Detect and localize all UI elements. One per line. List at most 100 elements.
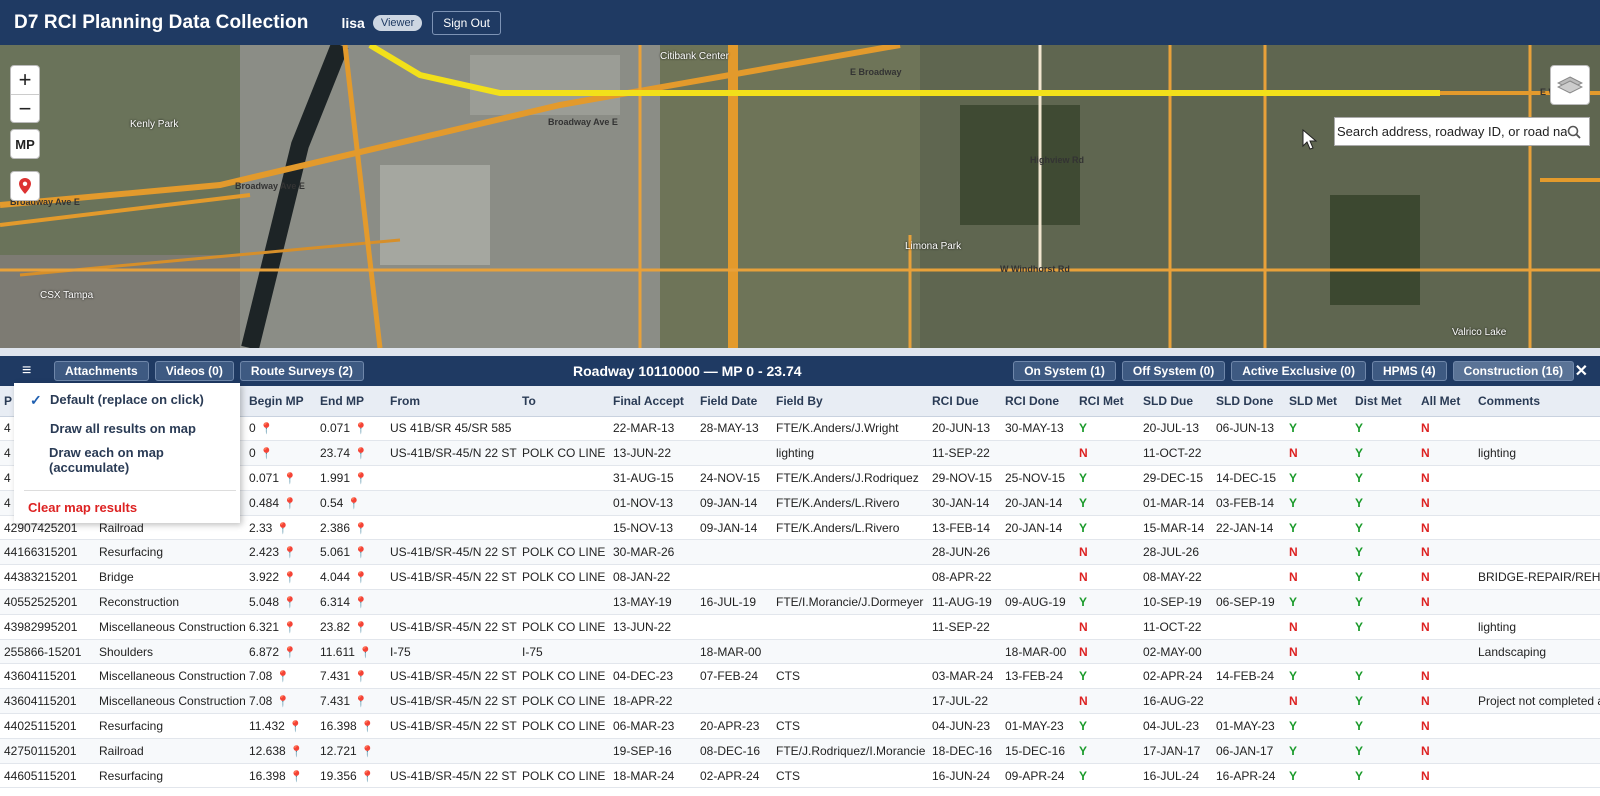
column-header[interactable]: Field Date	[696, 386, 772, 417]
cell-value: Y	[1289, 594, 1298, 609]
table-cell: 5.048 📍	[245, 589, 316, 615]
map-pin-icon[interactable]: 📍	[354, 473, 368, 485]
column-header[interactable]: All Met	[1417, 386, 1474, 417]
map-search-input[interactable]	[1337, 124, 1567, 139]
attachments-button[interactable]: Attachments	[54, 361, 149, 381]
map-pin-icon[interactable]: 📍	[354, 448, 368, 460]
column-header[interactable]: End MP	[316, 386, 386, 417]
map-pin-icon[interactable]: 📍	[361, 721, 375, 733]
milepost-button[interactable]: MP	[10, 129, 40, 159]
column-header[interactable]: Begin MP	[245, 386, 316, 417]
column-header[interactable]: RCI Met	[1075, 386, 1139, 417]
layers-button[interactable]	[1550, 65, 1590, 105]
panel-resize-handle[interactable]	[0, 348, 1600, 356]
videos-button[interactable]: Videos (0)	[154, 361, 234, 381]
map-pin-icon[interactable]: 📍	[354, 572, 368, 584]
table-row[interactable]: 42750115201 Railroad 12.638 📍 12.721 📍 19-SEP-…	[0, 738, 1600, 764]
cell-value: 20-JAN-14	[1005, 520, 1063, 535]
map-pin-icon[interactable]: 📍	[361, 746, 375, 758]
cell-value: 14-DEC-15	[1216, 470, 1277, 485]
road-label-broadway-ave: Broadway Ave E	[235, 181, 305, 191]
cell-value: 14-FEB-24	[1216, 669, 1275, 684]
map-pin-icon[interactable]: 📍	[283, 473, 297, 485]
table-row[interactable]: 43604115201 Miscellaneous Construction 7.0…	[0, 688, 1600, 715]
filter-on-system[interactable]: On System (1)	[1013, 361, 1116, 381]
map-pin-icon[interactable]: 📍	[354, 696, 368, 708]
zoom-in-button[interactable]: +	[11, 66, 39, 94]
map-pin-icon[interactable]: 📍	[354, 597, 368, 609]
map-pin-icon[interactable]: 📍	[290, 771, 304, 783]
table-row[interactable]: 4 0 📍 23.74 📍 US-41B/SR-45/N 22 ST POLK CO LIN…	[0, 440, 1600, 467]
column-header[interactable]: To	[518, 386, 609, 417]
map-pin-icon[interactable]: 📍	[354, 423, 368, 435]
map-pin-icon[interactable]: 📍	[290, 746, 304, 758]
map-pin-icon[interactable]: 📍	[283, 572, 297, 584]
menu-item-draw-all[interactable]: Draw all results on map	[50, 421, 196, 436]
map-pin-icon[interactable]: 📍	[283, 498, 297, 510]
zoom-out-button[interactable]: −	[11, 94, 39, 122]
locate-pin-button[interactable]	[10, 171, 40, 201]
table-row[interactable]: 4 0 📍 0.071 📍 US 41B/SR 45/SR 585 22-MAR-13 28-…	[0, 416, 1600, 442]
map-pin-icon[interactable]: 📍	[260, 448, 274, 460]
table-row[interactable]: 44605115201 Resurfacing 16.398 📍 19.356 📍 US-4…	[0, 763, 1600, 789]
map-pin-icon[interactable]: 📍	[359, 647, 373, 659]
column-header[interactable]: SLD Due	[1139, 386, 1212, 417]
hamburger-menu-icon[interactable]: ≡	[22, 362, 38, 380]
search-icon[interactable]	[1567, 125, 1581, 139]
column-header[interactable]: From	[386, 386, 518, 417]
map-pin-icon[interactable]: 📍	[276, 523, 290, 535]
map-pin-icon[interactable]: 📍	[283, 547, 297, 559]
clear-map-results-button[interactable]: Clear map results	[28, 500, 137, 515]
map-pin-icon[interactable]: 📍	[283, 647, 297, 659]
cell-value: 03-MAR-24	[932, 669, 994, 684]
menu-item-default[interactable]: Default (replace on click)	[50, 392, 204, 407]
filter-active-exclusive[interactable]: Active Exclusive (0)	[1231, 361, 1366, 381]
cell-value: 18-DEC-16	[932, 743, 993, 758]
map-pin-icon[interactable]: 📍	[354, 547, 368, 559]
column-header[interactable]: SLD Done	[1212, 386, 1285, 417]
map-pin-icon[interactable]: 📍	[354, 523, 368, 535]
map-pin-icon[interactable]: 📍	[354, 622, 368, 634]
map-pin-icon[interactable]: 📍	[276, 696, 290, 708]
table-row[interactable]: 40552525201 Reconstruction 5.048 📍 6.314 📍 13-…	[0, 589, 1600, 615]
filter-construction[interactable]: Construction (16)	[1452, 361, 1574, 381]
table-cell: 2.423 📍	[245, 539, 316, 566]
column-header[interactable]: Dist Met	[1351, 386, 1417, 417]
table-row[interactable]: 44166315201 Resurfacing 2.423 📍 5.061 📍 US-41B…	[0, 539, 1600, 566]
close-panel-icon[interactable]: ✕	[1575, 361, 1588, 381]
column-header[interactable]: RCI Done	[1001, 386, 1075, 417]
table-cell: CTS	[772, 713, 928, 739]
table-row[interactable]: 44383215201 Bridge 3.922 📍 4.044 📍 US-41B/SR-4…	[0, 564, 1600, 591]
table-row[interactable]: 44025115201 Resurfacing 11.432 📍 16.398 📍 US-4…	[0, 713, 1600, 739]
table-cell: 25-NOV-15	[1001, 465, 1075, 491]
table-row[interactable]: 4 0.484 📍 0.54 📍 01-NOV-13 09-JAN-14 FTE/K.Ande…	[0, 490, 1600, 516]
sign-out-button[interactable]: Sign Out	[432, 10, 501, 35]
table-row[interactable]: 43604115201 Miscellaneous Construction 7.0…	[0, 663, 1600, 690]
column-header[interactable]: Comments	[1474, 386, 1600, 417]
column-header[interactable]: RCI Due	[928, 386, 1001, 417]
route-surveys-button[interactable]: Route Surveys (2)	[239, 361, 364, 381]
cell-value: 4	[4, 446, 11, 461]
column-header[interactable]: Field By	[772, 386, 928, 417]
menu-item-draw-each[interactable]: Draw each on map (accumulate)	[49, 445, 199, 475]
map-view[interactable]: Citibank Center Kenly Park Limona Park C…	[0, 45, 1600, 348]
map-pin-icon[interactable]: 📍	[354, 671, 368, 683]
filter-off-system[interactable]: Off System (0)	[1121, 361, 1226, 381]
map-pin-icon[interactable]: 📍	[361, 771, 375, 783]
table-row[interactable]: 42907425201 Railroad 2.33 📍 2.386 📍 15-NOV-13 0…	[0, 515, 1600, 541]
table-cell: 28-JUL-26	[1139, 539, 1212, 566]
table-row[interactable]: 255866-15201 Shoulders 6.872 📍 11.611 📍 I-75 I-…	[0, 639, 1600, 665]
table-row[interactable]: 4 0.071 📍 1.991 📍 31-AUG-15 24-NOV-15 FTE/K.And…	[0, 465, 1600, 491]
table-cell: N	[1285, 539, 1351, 566]
map-pin-icon[interactable]: 📍	[276, 671, 290, 683]
map-pin-icon[interactable]: 📍	[260, 423, 274, 435]
column-header[interactable]: SLD Met	[1285, 386, 1351, 417]
filter-hpms[interactable]: HPMS (4)	[1371, 361, 1447, 381]
map-pin-icon[interactable]: 📍	[283, 597, 297, 609]
map-pin-icon[interactable]: 📍	[283, 622, 297, 634]
cell-value: POLK CO LINE	[522, 768, 606, 783]
table-row[interactable]: 43982995201 Miscellaneous Construction 6.3…	[0, 614, 1600, 640]
column-header[interactable]: Final Accept	[609, 386, 696, 417]
map-pin-icon[interactable]: 📍	[347, 498, 361, 510]
map-pin-icon[interactable]: 📍	[289, 721, 303, 733]
